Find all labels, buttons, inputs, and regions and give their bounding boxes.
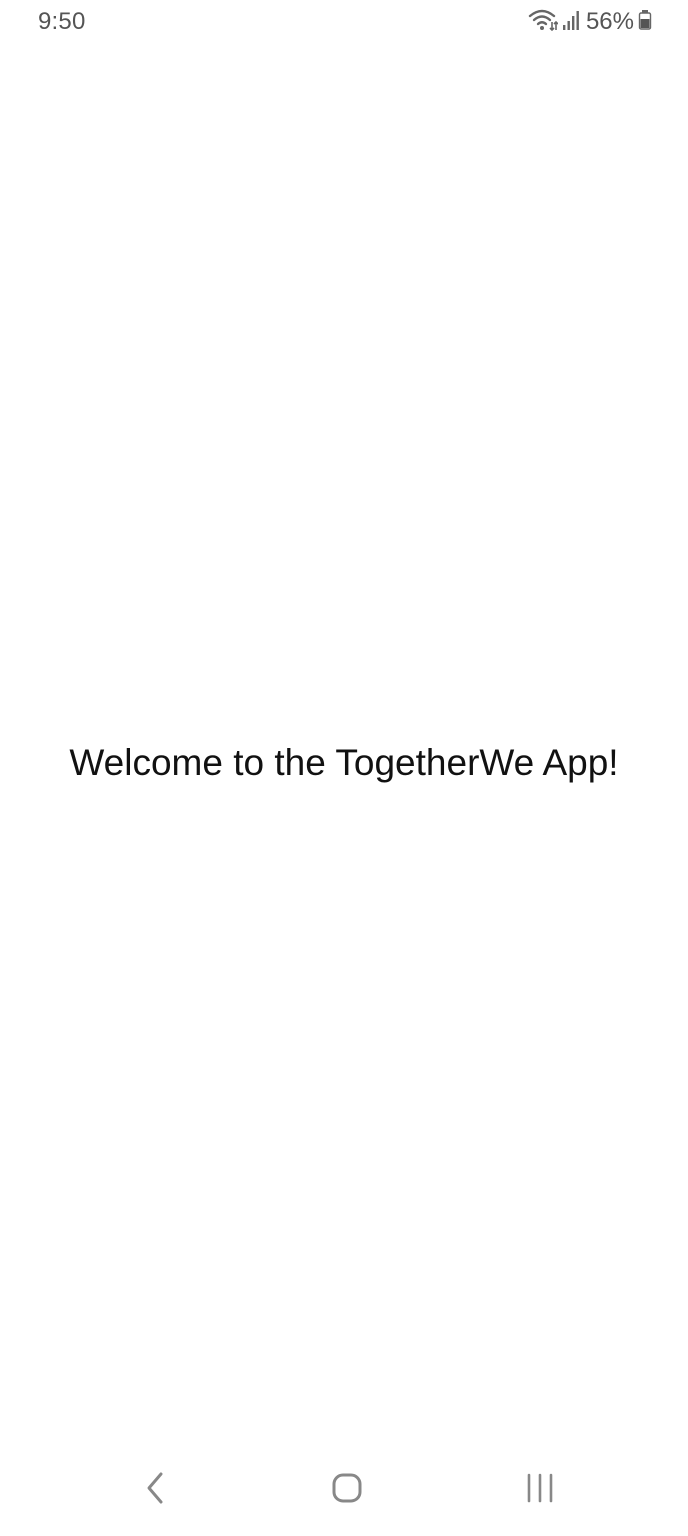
- home-icon: [331, 1472, 363, 1509]
- status-icons: 56%: [528, 6, 652, 38]
- battery-icon: [638, 9, 652, 36]
- back-button[interactable]: [125, 1460, 185, 1520]
- navigation-bar: [0, 1440, 688, 1536]
- back-icon: [143, 1471, 167, 1510]
- home-button[interactable]: [317, 1460, 377, 1520]
- status-time: 9:50: [38, 8, 86, 35]
- welcome-message: Welcome to the TogetherWe App!: [69, 742, 619, 783]
- wifi-icon: [528, 8, 559, 37]
- recents-icon: [525, 1473, 555, 1508]
- battery-percent: 56%: [585, 8, 634, 35]
- signal-icon: [562, 9, 582, 36]
- status-bar: 9:50 56%: [0, 0, 688, 46]
- recents-button[interactable]: [510, 1460, 570, 1520]
